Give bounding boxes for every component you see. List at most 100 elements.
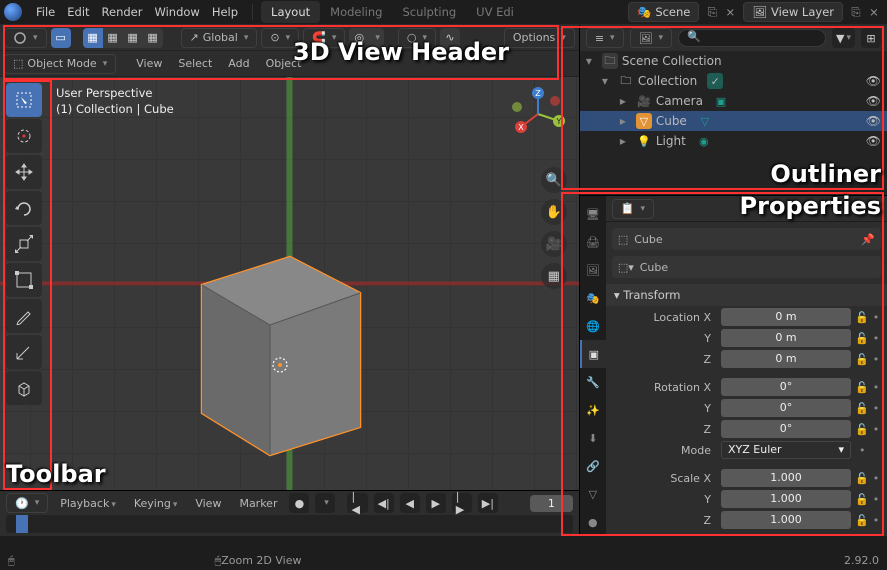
timeline-marker[interactable]: Marker [233, 494, 283, 513]
eye-icon[interactable]: 👁 [866, 114, 881, 128]
3d-menu-add[interactable]: Add [222, 54, 255, 73]
ptab-data[interactable]: ▽ [580, 480, 606, 508]
jump-first-icon[interactable]: |◀ [347, 493, 367, 513]
tool-move[interactable] [6, 155, 42, 189]
tree-item-light[interactable]: ▸💡 Light ◉ 👁 [580, 131, 887, 151]
eye-icon[interactable]: 👁 [866, 134, 881, 148]
menu-help[interactable]: Help [206, 2, 244, 22]
scene-field[interactable]: 🎭 Scene [628, 2, 699, 22]
timeline-view[interactable]: View [189, 494, 227, 513]
viewlayer-field[interactable]: 🖼 View Layer [743, 2, 843, 22]
workspace-tab-modeling[interactable]: Modeling [320, 1, 392, 23]
proportional-edit[interactable]: ◎ [349, 28, 384, 48]
curve-icon[interactable]: ∿ [440, 28, 460, 48]
jump-next-key-icon[interactable]: |▶ [452, 493, 472, 513]
orientation-dropdown[interactable]: ↗ Global [181, 28, 258, 48]
lock-icon[interactable]: 🔓 [855, 402, 869, 415]
lock-icon[interactable]: 🔓 [855, 472, 869, 485]
play-rev-icon[interactable]: ◀ [400, 493, 420, 513]
playhead[interactable] [16, 515, 28, 533]
tool-annotate[interactable] [6, 299, 42, 333]
delete-scene-icon[interactable]: × [721, 3, 739, 21]
ptab-particles[interactable]: ✨ [580, 396, 606, 424]
tool-scale[interactable] [6, 227, 42, 261]
play-icon[interactable]: ▶ [426, 493, 446, 513]
default-cube[interactable] [190, 217, 370, 447]
timeline-playback[interactable]: Playback [54, 494, 122, 513]
proportional-dropdown[interactable]: ○ [398, 28, 436, 48]
delete-layer-icon[interactable]: × [865, 3, 883, 21]
camera-view-icon[interactable]: 🎥 [541, 231, 567, 257]
tool-add-cube[interactable] [6, 371, 42, 405]
lock-icon[interactable]: 🔓 [855, 311, 869, 324]
timeline-track[interactable] [6, 515, 573, 533]
lock-icon[interactable]: 🔓 [855, 493, 869, 506]
nav-gizmo[interactable]: Y X Z [511, 87, 565, 141]
3d-menu-select[interactable]: Select [172, 54, 218, 73]
tool-measure[interactable] [6, 335, 42, 369]
tool-transform[interactable] [6, 263, 42, 297]
jump-last-icon[interactable]: ▶| [478, 493, 498, 513]
lock-icon[interactable]: 🔓 [855, 332, 869, 345]
tool-cursor[interactable] [6, 119, 42, 153]
lock-icon[interactable]: 🔓 [855, 381, 869, 394]
new-layer-icon[interactable]: ⎘ [847, 3, 865, 21]
autokey-drop[interactable] [315, 493, 335, 513]
outliner-editor-dropdown[interactable]: ≡ [586, 28, 624, 48]
breadcrumb[interactable]: ⬚ Cube 📌 [612, 228, 881, 250]
ptab-world[interactable]: 🌐 [580, 312, 606, 340]
ptab-constraints[interactable]: 🔗 [580, 452, 606, 480]
menu-edit[interactable]: Edit [61, 2, 95, 22]
timeline-keying[interactable]: Keying [128, 494, 183, 513]
rot-y[interactable]: 0° [721, 399, 851, 417]
lock-icon[interactable]: 🔓 [855, 423, 869, 436]
collection-exclude-icon[interactable]: ✓ [707, 73, 723, 89]
select-mode-buttons[interactable]: ▭ [51, 28, 71, 48]
3d-menu-object[interactable]: Object [260, 54, 308, 73]
perspective-toggle-icon[interactable]: ▦ [541, 263, 567, 289]
current-frame[interactable]: 1 [530, 495, 573, 512]
properties-editor-dropdown[interactable]: 📋 [612, 199, 654, 219]
loc-x[interactable]: 0 m [721, 308, 851, 326]
3d-menu-view[interactable]: View [130, 54, 168, 73]
transform-grid-buttons[interactable]: ▦▦▦▦ [83, 28, 163, 48]
ptab-output[interactable]: 🖨 [580, 228, 606, 256]
ptab-object[interactable]: ▣ [580, 340, 606, 368]
lock-icon[interactable]: 🔓 [855, 514, 869, 527]
editor-type-dropdown[interactable] [4, 28, 47, 48]
tool-rotate[interactable] [6, 191, 42, 225]
tree-item-cube[interactable]: ▸▽ Cube ▽ 👁 [580, 111, 887, 131]
menu-window[interactable]: Window [148, 2, 205, 22]
pin-icon[interactable]: 📌 [861, 233, 875, 246]
workspace-tab-sculpting[interactable]: Sculpting [392, 1, 466, 23]
pan-icon[interactable]: ✋ [541, 199, 567, 225]
ptab-physics[interactable]: ⬇ [580, 424, 606, 452]
tool-select-box[interactable] [6, 83, 42, 117]
ptab-material[interactable]: ● [580, 508, 606, 536]
3d-viewport[interactable]: User Perspective (1) Collection | Cube Y [0, 77, 579, 490]
eye-icon[interactable]: 👁 [866, 74, 881, 88]
jump-prev-key-icon[interactable]: ◀| [374, 493, 394, 513]
outliner-display-dropdown[interactable]: 🖼 [630, 28, 673, 48]
new-collection-icon[interactable]: ⊞ [861, 28, 881, 48]
workspace-tab-layout[interactable]: Layout [261, 1, 320, 23]
menu-file[interactable]: File [30, 2, 61, 22]
panel-transform[interactable]: ▾ Transform [606, 284, 887, 306]
tree-item-camera[interactable]: ▸🎥 Camera ▣ 👁 [580, 91, 887, 111]
options-dropdown[interactable]: Options [504, 28, 575, 48]
loc-y[interactable]: 0 m [721, 329, 851, 347]
datablock-name[interactable]: ⬚▾ Cube [612, 256, 881, 278]
timeline-editor-dropdown[interactable]: 🕐 [6, 493, 48, 513]
ptab-render[interactable]: 🖥 [580, 200, 606, 228]
zoom-icon[interactable]: 🔍 [541, 167, 567, 193]
rot-z[interactable]: 0° [721, 420, 851, 438]
outliner-search[interactable]: 🔍 [678, 29, 826, 47]
new-scene-icon[interactable]: ⎘ [703, 3, 721, 21]
scale-x[interactable]: 1.000 [721, 469, 851, 487]
tree-scene-collection[interactable]: ▾🗀 Scene Collection [580, 51, 887, 71]
rot-x[interactable]: 0° [721, 378, 851, 396]
workspace-tab-uvedit[interactable]: UV Edi [466, 1, 524, 23]
tree-collection[interactable]: ▾🗀 Collection ✓ 👁 [580, 71, 887, 91]
scale-z[interactable]: 1.000 [721, 511, 851, 529]
menu-render[interactable]: Render [96, 2, 149, 22]
